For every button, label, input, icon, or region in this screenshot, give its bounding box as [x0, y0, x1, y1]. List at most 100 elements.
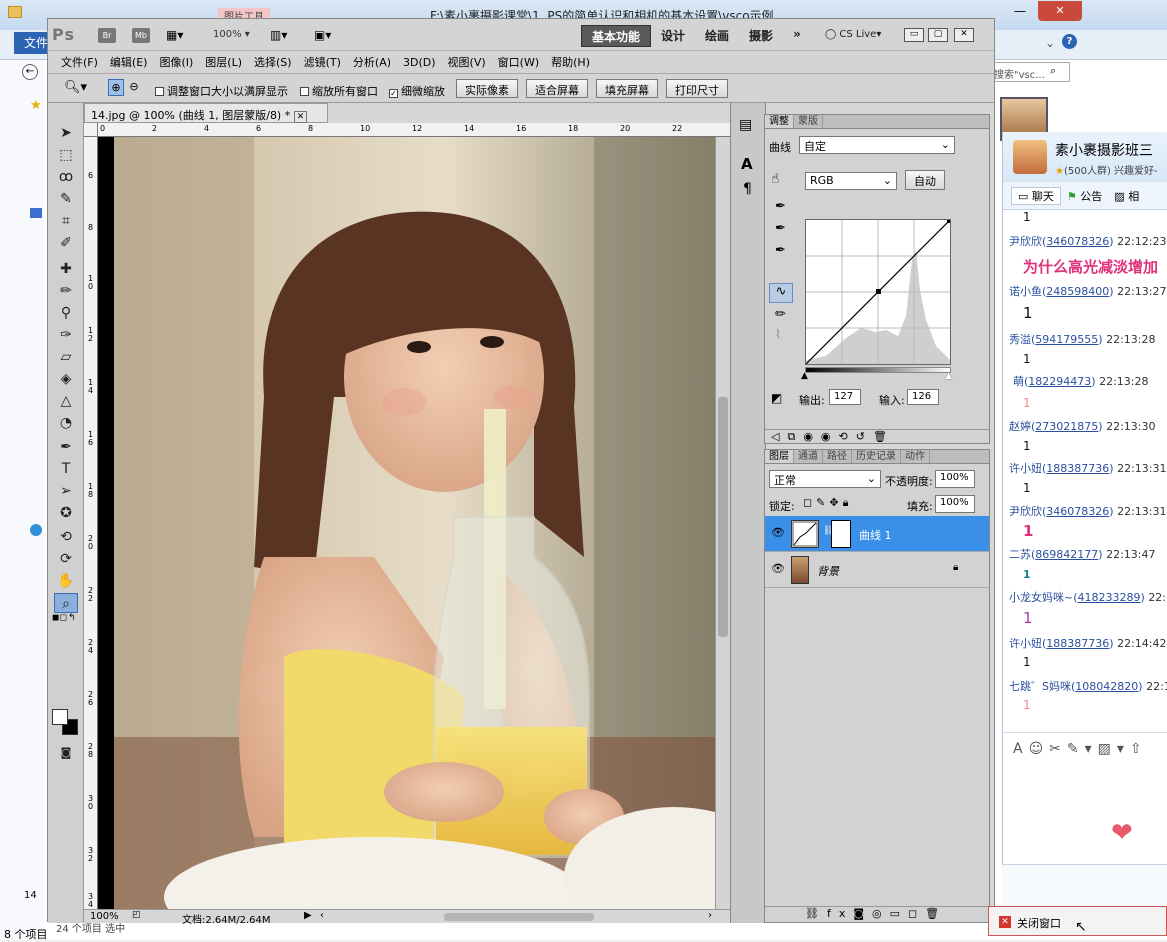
auto-button[interactable]: 自动	[905, 170, 945, 190]
shape-tool-icon[interactable]: ✪	[54, 503, 78, 523]
bridge-button[interactable]: Br	[98, 28, 116, 43]
resize-windows-checkbox[interactable]: 调整窗口大小以满屏显示	[155, 83, 288, 99]
adjustment-footer-icons[interactable]: ◁⧉◉◉⟲↺🗑	[765, 429, 989, 443]
message-user-id[interactable]: 182294473	[1028, 375, 1091, 388]
network-icon[interactable]	[30, 524, 42, 536]
output-field[interactable]: 127	[829, 389, 861, 405]
gray-point-eyedropper-icon[interactable]: ✒	[775, 221, 786, 236]
menu-edit[interactable]: 编辑(E)	[104, 54, 154, 70]
mini-bridge-button[interactable]: Mb	[132, 28, 150, 43]
eraser-tool-icon[interactable]: ▱	[54, 347, 78, 367]
opacity-field[interactable]: 100%	[935, 470, 975, 488]
view-extras-icon[interactable]: ▦▾	[166, 28, 183, 42]
workspace-essentials[interactable]: 基本功能	[581, 25, 652, 47]
close-document-icon[interactable]: ✕	[293, 111, 308, 123]
clone-stamp-tool-icon[interactable]: ⚲	[54, 303, 78, 323]
tab-actions[interactable]: 动作	[901, 450, 930, 463]
tab-notice[interactable]: ⚑ 公告	[1061, 188, 1108, 204]
menu-image[interactable]: 图像(I)	[153, 54, 199, 70]
scrollbar-thumb[interactable]	[718, 397, 728, 637]
channel-select[interactable]: RGB ⌄	[805, 172, 897, 190]
arrange-documents-icon[interactable]: ▥▾	[270, 28, 287, 42]
tab-paths[interactable]: 路径	[823, 450, 852, 463]
3d-orbit-tool-icon[interactable]: ⟳	[54, 549, 78, 569]
menu-help[interactable]: 帮助(H)	[545, 54, 596, 70]
white-slider-icon[interactable]: ▲	[945, 371, 952, 381]
lock-icons[interactable]: ◻✎✥🔒︎	[803, 496, 852, 510]
layer-row-curves[interactable]: 👁︎ ⛓ 曲线 1	[765, 516, 989, 552]
menu-window[interactable]: 窗口(W)	[492, 54, 545, 70]
quick-mask-icon[interactable]: ◙	[54, 743, 78, 763]
black-slider-icon[interactable]: ▲	[801, 371, 808, 381]
ps-close-button[interactable]: ✕	[954, 28, 974, 42]
lasso-tool-icon[interactable]: ꝏ	[54, 167, 78, 187]
layer-name[interactable]: 背景	[817, 563, 839, 579]
zoom-tool-icon[interactable]: ⌕	[54, 593, 78, 613]
tab-album[interactable]: ▨ 相	[1108, 188, 1145, 204]
close-button[interactable]: ✕	[1038, 1, 1082, 21]
swap-colors-icon[interactable]: ↰	[68, 613, 76, 623]
input-field[interactable]: 126	[907, 389, 939, 405]
tab-channels[interactable]: 通道	[794, 450, 823, 463]
menu-file[interactable]: 文件(F)	[55, 54, 104, 70]
print-size-button[interactable]: 打印尺寸	[666, 79, 728, 98]
3d-rotate-tool-icon[interactable]: ⟲	[54, 527, 78, 547]
targeted-adjust-hand-icon[interactable]: ☝	[771, 171, 780, 187]
menu-3d[interactable]: 3D(D)	[397, 56, 442, 69]
scrubby-zoom-checkbox[interactable]: ✓ 细微缩放	[389, 83, 445, 99]
zoom-in-icon[interactable]: ⊕	[108, 79, 124, 96]
screen-mode-icon[interactable]: ▣▾	[314, 28, 331, 42]
pen-tool-icon[interactable]: ✒	[54, 437, 78, 457]
actual-pixels-button[interactable]: 实际像素	[456, 79, 518, 98]
zoom-tool-preset-icon[interactable]: 🔍︎▾	[64, 80, 87, 95]
scroll-left-icon[interactable]: ‹	[320, 910, 324, 921]
message-user-id[interactable]: 594179555	[1035, 333, 1098, 346]
vertical-ruler[interactable]: 6 8 10 12 14 16 18 20 22 24 26 28 30 32 …	[84, 137, 98, 909]
curve-preset-select[interactable]: 自定 ⌄	[799, 136, 955, 154]
cs-live-button[interactable]: ◯ CS Live▾	[825, 29, 881, 40]
chevron-down-icon[interactable]: ⌄	[1045, 36, 1055, 50]
menu-analysis[interactable]: 分析(A)	[347, 54, 397, 70]
zoom-all-checkbox[interactable]: 缩放所有窗口	[300, 83, 378, 99]
message-user-id[interactable]: 108042820	[1075, 680, 1138, 693]
hand-tool-icon[interactable]: ✋	[54, 571, 78, 591]
fill-screen-button[interactable]: 填充屏幕	[596, 79, 658, 98]
help-icon[interactable]: ?	[1062, 34, 1077, 49]
scroll-right-icon[interactable]: ›	[708, 910, 712, 921]
status-zoom[interactable]: 100%	[90, 911, 119, 922]
workspace-painting[interactable]: 绘画	[695, 25, 739, 47]
tab-history[interactable]: 历史记录	[852, 450, 901, 463]
marquee-tool-icon[interactable]: ⬚	[54, 145, 78, 165]
message-user-id[interactable]: 188387736	[1046, 462, 1109, 475]
library-icon[interactable]	[30, 208, 42, 218]
blur-tool-icon[interactable]: △	[54, 391, 78, 411]
status-icon[interactable]: ◰	[132, 910, 141, 920]
histogram-icon[interactable]: ▤	[739, 117, 752, 133]
tab-masks[interactable]: 蒙版	[794, 115, 823, 128]
blend-mode-select[interactable]: 正常 ⌄	[769, 470, 881, 488]
quick-select-tool-icon[interactable]: ✎	[54, 189, 78, 209]
brush-tool-icon[interactable]: ✏	[54, 281, 78, 301]
search-input[interactable]: 搜索"vsc...	[990, 62, 1070, 82]
smooth-curve-icon[interactable]: ⌇	[775, 327, 781, 341]
document-tab[interactable]: 14.jpg @ 100% (曲线 1, 图层蒙版/8) * ✕	[84, 103, 328, 123]
workspace-design[interactable]: 设计	[651, 25, 695, 47]
menu-select[interactable]: 选择(S)	[248, 54, 298, 70]
paragraph-panel-icon[interactable]: ¶	[743, 181, 752, 197]
move-tool-icon[interactable]: ➤	[54, 123, 78, 143]
path-select-tool-icon[interactable]: ➢	[54, 481, 78, 501]
tab-layers[interactable]: 图层	[765, 450, 794, 463]
visibility-eye-icon[interactable]: 👁︎	[771, 526, 785, 539]
visibility-eye-icon[interactable]: 👁︎	[771, 562, 785, 575]
healing-brush-tool-icon[interactable]: ✚	[54, 259, 78, 279]
message-user-id[interactable]: 273021875	[1035, 420, 1098, 433]
message-user-id[interactable]: 346078326	[1046, 235, 1109, 248]
horizontal-ruler[interactable]: 0 2 4 6 8 10 12 14 16 18 20 22	[98, 123, 730, 137]
history-brush-tool-icon[interactable]: ✑	[54, 325, 78, 345]
layer-mask-thumbnail[interactable]	[831, 520, 851, 548]
photo-canvas[interactable]	[114, 137, 715, 909]
curve-pencil-icon[interactable]: ✏	[775, 307, 786, 322]
tab-chat[interactable]: ▭ 聊天	[1011, 186, 1061, 205]
layer-row-background[interactable]: 👁︎ 背景 🔒︎	[765, 552, 989, 588]
search-icon[interactable]: ⌕	[1050, 64, 1056, 78]
